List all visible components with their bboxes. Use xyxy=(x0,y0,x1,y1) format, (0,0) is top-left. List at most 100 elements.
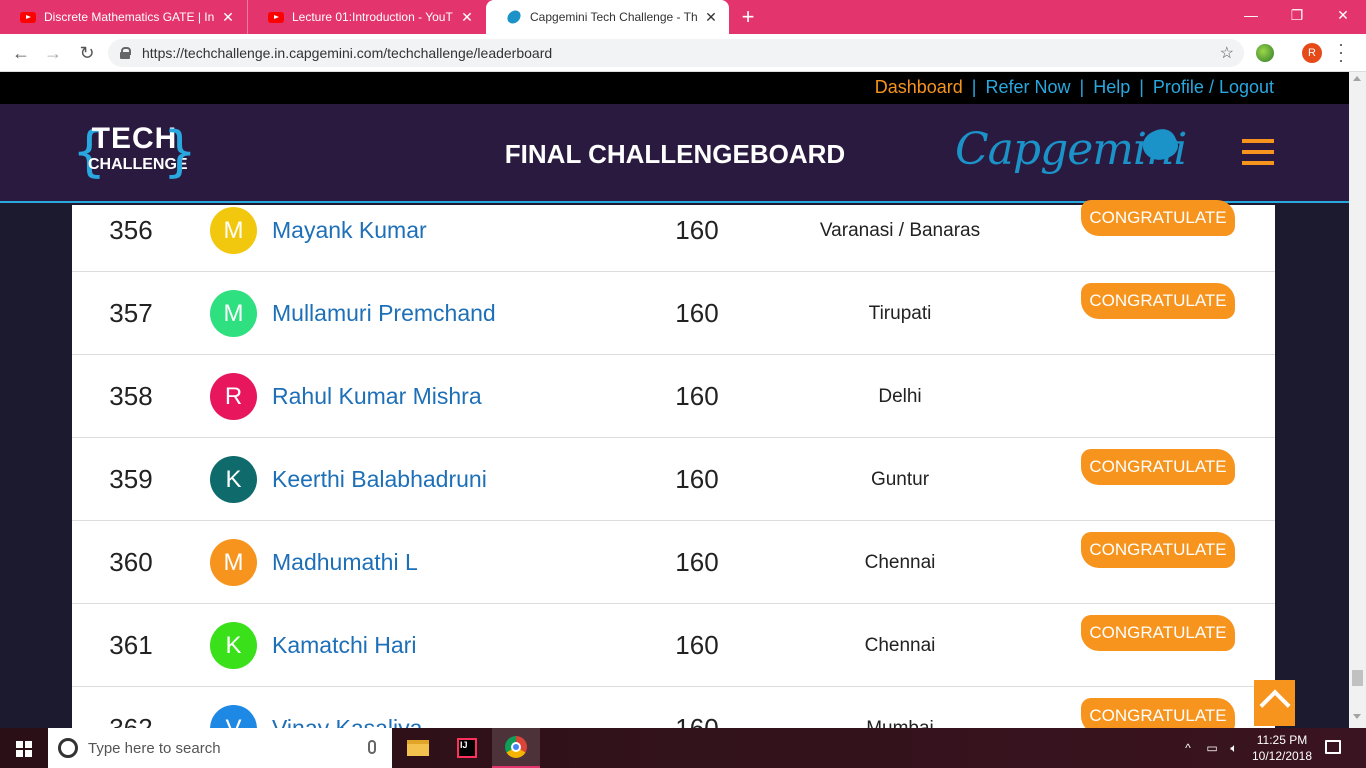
congratulate-button[interactable]: CONGRATULATE xyxy=(1081,283,1235,319)
congratulate-button[interactable]: CONGRATULATE xyxy=(1081,698,1235,728)
scroll-to-top-button[interactable] xyxy=(1254,680,1295,726)
hamburger-menu-icon[interactable] xyxy=(1242,139,1274,165)
forward-button[interactable]: → xyxy=(40,40,66,66)
minimize-button[interactable]: — xyxy=(1228,0,1274,30)
refer-now-link[interactable]: Refer Now xyxy=(985,77,1070,98)
browser-tab[interactable]: Discrete Mathematics GATE | Intr ✕ xyxy=(0,0,246,34)
notifications-icon[interactable] xyxy=(1325,740,1341,754)
top-nav: Dashboard | Refer Now | Help | Profile /… xyxy=(0,72,1349,104)
avatar: R xyxy=(210,373,257,420)
close-icon[interactable]: ✕ xyxy=(459,9,475,26)
avatar: V xyxy=(210,705,257,728)
congratulate-button[interactable]: CONGRATULATE xyxy=(1081,615,1235,651)
tech-challenge-logo[interactable]: { TECH CHALLENGE } xyxy=(72,120,197,188)
browser-tab-active[interactable]: Capgemini Tech Challenge - The ✕ xyxy=(486,0,729,34)
close-icon[interactable]: ✕ xyxy=(703,9,719,26)
youtube-icon xyxy=(268,9,284,25)
nav-separator: | xyxy=(971,77,977,97)
volume-icon[interactable]: 🔈︎ xyxy=(1224,728,1244,768)
leaderboard-table: 356 M Mayank Kumar 160 Varanasi / Banaras CON… xyxy=(72,200,1275,728)
capgemini-logo: Capgemini xyxy=(955,116,1195,186)
tab-title: Lecture 01:Introduction - YouTub xyxy=(292,10,453,24)
file-explorer-app[interactable] xyxy=(394,728,442,768)
dashboard-link[interactable]: Dashboard xyxy=(875,77,963,98)
back-button[interactable]: ← xyxy=(8,40,34,66)
table-row: 362 V Vinay Kasaliya 160 Mumbai CONGRATULATE xyxy=(72,687,1275,728)
avatar: K xyxy=(210,622,257,669)
battery-icon[interactable]: ▭ xyxy=(1200,728,1224,768)
table-row: 360 M Madhumathi L 160 Chennai CONGRATULATE xyxy=(72,521,1275,604)
nav-separator: | xyxy=(1139,77,1144,97)
rank-cell: 357 xyxy=(109,298,153,328)
score-cell: 160 xyxy=(675,713,719,728)
help-link[interactable]: Help xyxy=(1093,77,1130,98)
participant-name-link[interactable]: Rahul Kumar Mishra xyxy=(272,355,482,438)
rank-cell: 362 xyxy=(109,713,153,728)
city-cell: Chennai xyxy=(864,635,936,656)
microphone-icon[interactable] xyxy=(368,740,376,754)
rank-cell: 361 xyxy=(109,630,153,660)
clock-date: 10/12/2018 xyxy=(1251,749,1313,763)
participant-name-link[interactable]: Mayank Kumar xyxy=(272,189,427,272)
avatar: M xyxy=(210,290,257,337)
reload-button[interactable]: ↻ xyxy=(74,40,100,66)
score-cell: 160 xyxy=(675,547,719,577)
participant-name-link[interactable]: Keerthi Balabhadruni xyxy=(272,438,487,521)
rank-cell: 358 xyxy=(109,381,153,411)
congratulate-button[interactable]: CONGRATULATE xyxy=(1081,200,1235,236)
menu-dots-icon[interactable]: · · · xyxy=(1336,35,1346,69)
scrollbar-thumb[interactable] xyxy=(1352,670,1363,686)
close-window-button[interactable]: ✕ xyxy=(1320,0,1366,30)
browser-tab[interactable]: Lecture 01:Introduction - YouTub ✕ xyxy=(247,0,485,34)
windows-start-icon[interactable] xyxy=(16,741,32,757)
participant-name-link[interactable]: Kamatchi Hari xyxy=(272,604,416,687)
avatar: K xyxy=(210,456,257,503)
restore-button[interactable]: ❐ xyxy=(1274,0,1320,30)
participant-name-link[interactable]: Madhumathi L xyxy=(272,521,418,604)
table-row: 357 M Mullamuri Premchand 160 Tirupati CONGRA… xyxy=(72,272,1275,355)
browser-tab-strip: Discrete Mathematics GATE | Intr ✕ Lectu… xyxy=(0,0,1366,34)
taskbar-clock[interactable]: 11:25 PM 10/12/2018 xyxy=(1246,732,1318,764)
participant-name-link[interactable]: Mullamuri Premchand xyxy=(272,272,496,355)
city-cell: Guntur xyxy=(870,469,930,490)
profile-logout-link[interactable]: Profile / Logout xyxy=(1153,77,1274,98)
clock-time: 11:25 PM xyxy=(1256,733,1308,747)
congratulate-button[interactable]: CONGRATULATE xyxy=(1081,532,1235,568)
city-cell: Chennai xyxy=(864,552,936,573)
rank-cell: 356 xyxy=(109,215,153,245)
table-row: 359 K Keerthi Balabhadruni 160 Guntur CONGRAT… xyxy=(72,438,1275,521)
scroll-up-arrow-icon[interactable] xyxy=(1353,76,1361,81)
city-cell: Delhi xyxy=(878,386,922,407)
youtube-icon xyxy=(20,9,36,25)
browser-toolbar: ← → ↻ https://techchallenge.in.capgemini… xyxy=(0,34,1366,72)
city-cell: Mumbai xyxy=(800,687,1000,728)
close-icon[interactable]: ✕ xyxy=(220,9,236,26)
scroll-down-arrow-icon[interactable] xyxy=(1353,714,1361,719)
chrome-app[interactable] xyxy=(492,728,540,768)
url-text: https://techchallenge.in.capgemini.com/t… xyxy=(142,45,553,61)
intellij-app[interactable]: IJ xyxy=(443,728,491,768)
congratulate-button[interactable]: CONGRATULATE xyxy=(1081,449,1235,485)
tray-chevron-up-icon[interactable]: ^ xyxy=(1178,728,1198,768)
chrome-icon xyxy=(505,736,527,758)
table-row: 356 M Mayank Kumar 160 Varanasi / Banaras CON… xyxy=(72,189,1275,272)
address-bar[interactable]: https://techchallenge.in.capgemini.com/t… xyxy=(108,39,1244,67)
taskbar-search-box[interactable]: Type here to search xyxy=(48,728,392,768)
bookmark-star-icon[interactable]: ☆ xyxy=(1220,43,1234,63)
extension-icon[interactable] xyxy=(1256,44,1274,62)
folder-icon xyxy=(407,740,429,756)
table-row: 358 R Rahul Kumar Mishra 160 Delhi xyxy=(72,355,1275,438)
nav-separator: | xyxy=(1079,77,1085,97)
vertical-scrollbar[interactable] xyxy=(1349,72,1366,728)
windows-taskbar: Type here to search IJ ^ ▭ 🔈︎ 11:25 PM 1… xyxy=(0,728,1366,768)
score-cell: 160 xyxy=(675,381,719,411)
profile-avatar[interactable]: R xyxy=(1302,43,1322,63)
table-row: 361 K Kamatchi Hari 160 Chennai CONGRATULATE xyxy=(72,604,1275,687)
city-cell: Varanasi / Banaras xyxy=(819,220,981,241)
new-tab-button[interactable]: + xyxy=(736,5,760,29)
participant-name-link[interactable]: Vinay Kasaliya xyxy=(272,687,422,728)
tab-title: Discrete Mathematics GATE | Intr xyxy=(44,10,214,24)
tab-title: Capgemini Tech Challenge - The xyxy=(530,10,697,24)
score-cell: 160 xyxy=(675,464,719,494)
cortana-icon xyxy=(58,738,78,758)
